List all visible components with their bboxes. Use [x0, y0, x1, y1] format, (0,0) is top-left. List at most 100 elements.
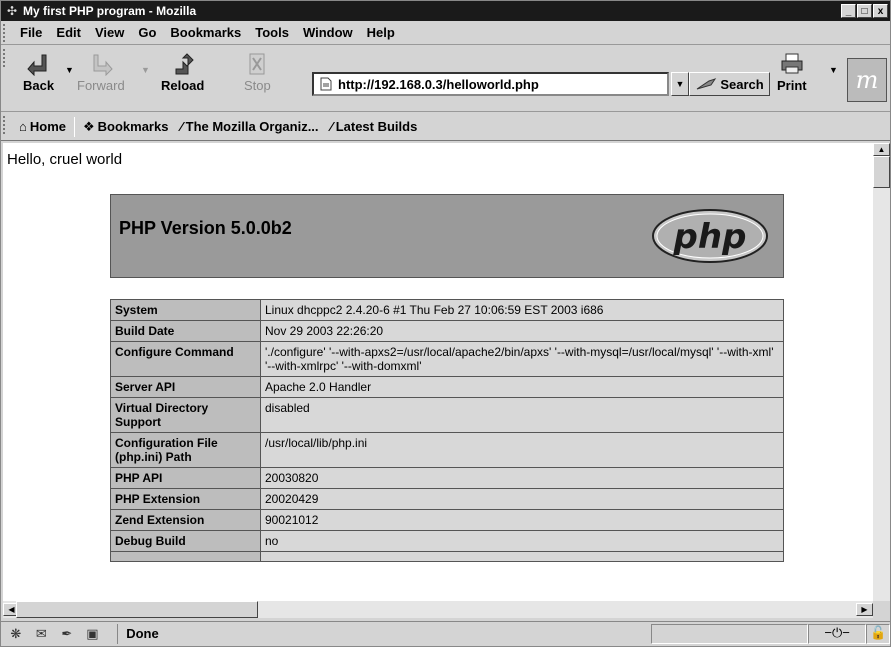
home-button[interactable]: ⌂ Home [13, 119, 72, 134]
print-button[interactable]: Print [777, 52, 807, 93]
info-row-value: /usr/local/lib/php.ini [260, 432, 784, 468]
search-icon [697, 78, 717, 90]
print-label: Print [777, 78, 807, 93]
scroll-right-arrow[interactable]: ▶ [856, 603, 873, 616]
window-title: My first PHP program - Mozilla [23, 4, 197, 18]
info-row-value: Linux dhcppc2 2.4.20-6 #1 Thu Feb 27 10:… [260, 299, 784, 321]
bookmark-link-icon: ∕ [330, 119, 333, 134]
php-logo[interactable]: php [651, 208, 769, 264]
addressbook-component-icon[interactable]: ▣ [82, 625, 104, 643]
bookmark-latest-builds[interactable]: ∕ Latest Builds [325, 119, 424, 134]
toolbar-grip[interactable] [3, 116, 8, 134]
stop-label: Stop [244, 78, 271, 93]
toolbar-separator [73, 116, 75, 137]
navigation-toolbar: Back ▼ Forward ▼ Reload Stop http://192.… [1, 46, 890, 112]
url-history-dropdown[interactable]: ▼ [671, 72, 689, 96]
info-row-value: Nov 29 2003 22:26:20 [260, 320, 784, 342]
bookmark-mozilla-org[interactable]: ∕ The Mozilla Organiz... [174, 119, 324, 134]
info-row-value: disabled [260, 397, 784, 433]
php-logo-text: php [673, 217, 747, 257]
info-row-key: Build Date [110, 320, 261, 342]
menu-view[interactable]: View [88, 25, 131, 40]
scroll-up-arrow[interactable]: ▲ [873, 143, 890, 156]
composer-component-icon[interactable]: ✒ [56, 625, 78, 643]
back-dropdown-icon[interactable]: ▼ [65, 65, 74, 75]
back-button[interactable]: Back [23, 52, 54, 93]
page-proxy-icon [320, 77, 332, 91]
online-status-icon[interactable]: −⏻− [807, 624, 867, 644]
browser-window: ✣ My first PHP program - Mozilla _ □ x F… [0, 0, 891, 647]
url-text: http://192.168.0.3/helloworld.php [338, 76, 539, 92]
info-row-key: Configure Command [110, 341, 261, 377]
php-version-header: PHP Version 5.0.0b2 php [110, 194, 784, 278]
bookmarks-button[interactable]: ❖ Bookmarks [77, 119, 174, 135]
info-table-row: PHP Extension 20020429 [110, 488, 784, 510]
toolbar-grip[interactable] [3, 49, 8, 67]
info-row-key: PHP Extension [110, 488, 261, 510]
page-content: Hello, cruel world PHP Version 5.0.0b2 p… [3, 143, 873, 601]
info-row-value: 20020429 [260, 488, 784, 510]
minimize-button[interactable]: _ [841, 4, 856, 18]
status-bar: ❋ ✉ ✒ ▣ Done −⏻− 🔓 [1, 621, 891, 646]
php-info-table: System Linux dhcppc2 2.4.20-6 #1 Thu Feb … [110, 299, 784, 562]
reload-icon [175, 53, 194, 75]
forward-dropdown-icon[interactable]: ▼ [141, 65, 150, 75]
title-bar: ✣ My first PHP program - Mozilla _ □ x [1, 1, 890, 21]
bookmark-link-icon: ∕ [180, 119, 183, 134]
mozilla-throbber-icon[interactable]: m [847, 58, 887, 102]
php-version-title: PHP Version 5.0.0b2 [119, 218, 292, 238]
info-table-row: Build Date Nov 29 2003 22:26:20 [110, 320, 784, 342]
info-row-key: Server API [110, 376, 261, 398]
menu-edit[interactable]: Edit [49, 25, 88, 40]
window-controls: _ □ x [841, 4, 888, 18]
info-row-value: Apache 2.0 Handler [260, 376, 784, 398]
bookmarks-icon: ❖ [82, 118, 95, 134]
menu-file[interactable]: File [13, 25, 49, 40]
search-button[interactable]: Search [689, 72, 770, 96]
stop-button[interactable]: Stop [244, 52, 271, 93]
home-label: Home [29, 119, 66, 134]
maximize-button[interactable]: □ [857, 4, 872, 18]
horizontal-scrollbar[interactable]: ◀ ▶ [3, 601, 873, 618]
vertical-scrollbar[interactable]: ▲ [873, 143, 890, 601]
info-row-key: Configuration File (php.ini) Path [110, 432, 261, 468]
security-lock-icon[interactable]: 🔓 [866, 624, 891, 644]
forward-button[interactable]: Forward [77, 52, 125, 93]
info-row-key: Zend Extension [110, 509, 261, 531]
vertical-scroll-thumb[interactable] [873, 156, 890, 188]
reload-button[interactable]: Reload [161, 52, 204, 93]
info-row-value [260, 551, 784, 562]
close-button[interactable]: x [873, 4, 888, 18]
info-table-row [110, 551, 784, 562]
info-table-row: Configuration File (php.ini) Path/usr/lo… [110, 432, 784, 468]
forward-arrow-icon [93, 54, 113, 76]
menu-go[interactable]: Go [131, 25, 163, 40]
url-bar[interactable]: http://192.168.0.3/helloworld.php [312, 72, 669, 96]
print-dropdown-icon[interactable]: ▼ [829, 65, 838, 75]
info-row-key: Virtual Directory Support [110, 397, 261, 433]
toolbar-grip[interactable] [3, 24, 8, 42]
menu-window[interactable]: Window [296, 25, 360, 40]
bookmarks-label: Bookmarks [97, 119, 169, 134]
home-icon: ⌂ [19, 119, 27, 134]
horizontal-scroll-thumb[interactable] [16, 601, 258, 618]
info-row-key: PHP API [110, 467, 261, 489]
menu-tools[interactable]: Tools [248, 25, 296, 40]
forward-label: Forward [77, 78, 125, 93]
greeting-text: Hello, cruel world [7, 151, 123, 168]
mozilla-app-icon: ✣ [6, 4, 18, 18]
menu-bookmarks[interactable]: Bookmarks [163, 25, 248, 40]
bookmark-latest-builds-label: Latest Builds [335, 119, 418, 134]
navigator-component-icon[interactable]: ❋ [5, 625, 27, 643]
stop-icon [249, 53, 265, 75]
menu-help[interactable]: Help [360, 25, 402, 40]
info-table-row: Server API Apache 2.0 Handler [110, 376, 784, 398]
back-arrow-icon [26, 54, 47, 76]
status-progress-cell [651, 624, 808, 644]
info-table-row: System Linux dhcppc2 2.4.20-6 #1 Thu Feb … [110, 299, 784, 321]
info-table-row: Debug Build no [110, 530, 784, 552]
info-table-row: Virtual Directory Support disabled [110, 397, 784, 433]
mail-component-icon[interactable]: ✉ [31, 625, 53, 643]
search-label: Search [720, 76, 764, 92]
reload-label: Reload [161, 78, 205, 93]
